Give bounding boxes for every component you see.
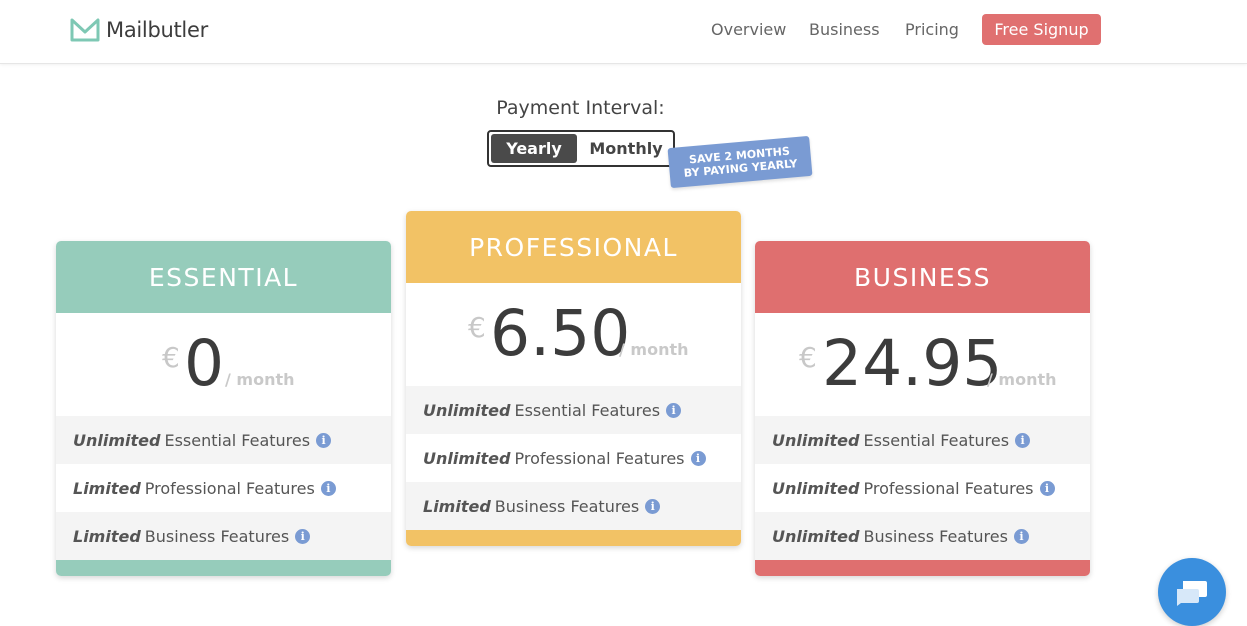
feature-lead: Unlimited xyxy=(772,478,860,498)
plan-card-professional: PROFESSIONAL € 6.50 / month Unlimited Es… xyxy=(406,211,741,546)
feature-row: Unlimited Business Features i xyxy=(755,512,1090,560)
info-icon[interactable]: i xyxy=(1039,480,1055,496)
plan-title-professional: PROFESSIONAL xyxy=(406,211,741,283)
free-signup-button[interactable]: Free Signup xyxy=(982,14,1101,45)
logo-text: Mailbutler xyxy=(106,18,208,42)
save-badge: SAVE 2 MONTHS BY PAYING YEARLY xyxy=(667,135,813,189)
feature-lead: Unlimited xyxy=(423,448,511,468)
feature-text: Essential Features xyxy=(863,430,1010,450)
yearly-toggle-option[interactable]: Yearly xyxy=(491,134,577,163)
nav-overview[interactable]: Overview xyxy=(711,20,786,39)
nav-business[interactable]: Business xyxy=(809,20,880,39)
plan-card-footer xyxy=(755,560,1090,576)
info-icon[interactable]: i xyxy=(690,450,706,466)
currency-symbol: € xyxy=(162,341,180,374)
info-icon[interactable]: i xyxy=(320,480,336,496)
price-amount: 0 xyxy=(184,327,225,400)
feature-row: Unlimited Essential Features i xyxy=(755,416,1090,464)
info-icon[interactable]: i xyxy=(645,498,661,514)
plan-price-essential: € 0 / month xyxy=(56,313,391,416)
price-period: / month xyxy=(987,370,1057,389)
feature-row: Unlimited Essential Features i xyxy=(406,386,741,434)
feature-text: Business Features xyxy=(144,526,290,546)
chat-launcher-button[interactable] xyxy=(1158,558,1226,626)
feature-text: Business Features xyxy=(863,526,1008,546)
price-amount: 24.95 xyxy=(822,327,1003,400)
monthly-toggle-option[interactable]: Monthly xyxy=(581,134,671,163)
feature-lead: Limited xyxy=(73,478,141,498)
plan-title-business: BUSINESS xyxy=(755,241,1090,313)
top-navigation-bar: Mailbutler Overview Business Pricing Fre… xyxy=(0,0,1247,64)
price-amount: 6.50 xyxy=(490,297,631,370)
plan-card-business: BUSINESS € 24.95 / month Unlimited Essen… xyxy=(755,241,1090,576)
payment-interval-label: Payment Interval: xyxy=(496,97,665,119)
chat-bubble-icon xyxy=(1177,581,1207,606)
info-icon[interactable]: i xyxy=(1015,432,1031,448)
feature-row: Unlimited Professional Features i xyxy=(406,434,741,482)
feature-lead: Limited xyxy=(73,526,141,546)
info-icon[interactable]: i xyxy=(295,528,311,544)
mailbutler-logo-icon xyxy=(70,18,100,42)
feature-lead: Unlimited xyxy=(423,400,511,420)
feature-text: Essential Features xyxy=(514,400,661,420)
plan-card-footer xyxy=(406,530,741,546)
price-period: / month xyxy=(225,370,295,389)
feature-row: Unlimited Essential Features i xyxy=(56,416,391,464)
plan-card-footer xyxy=(56,560,391,576)
feature-lead: Unlimited xyxy=(73,430,161,450)
price-period: / month xyxy=(619,340,689,359)
feature-row: Unlimited Professional Features i xyxy=(755,464,1090,512)
info-icon[interactable]: i xyxy=(316,432,332,448)
feature-text: Professional Features xyxy=(863,478,1034,498)
feature-lead: Unlimited xyxy=(772,430,860,450)
info-icon[interactable]: i xyxy=(666,402,682,418)
feature-lead: Unlimited xyxy=(772,526,860,546)
plan-title-essential: ESSENTIAL xyxy=(56,241,391,313)
feature-row: Limited Business Features i xyxy=(56,512,391,560)
currency-symbol: € xyxy=(799,341,817,374)
plan-price-professional: € 6.50 / month xyxy=(406,283,741,386)
feature-lead: Limited xyxy=(423,496,491,516)
info-icon[interactable]: i xyxy=(1013,528,1029,544)
plan-price-business: € 24.95 / month xyxy=(755,313,1090,416)
feature-text: Essential Features xyxy=(164,430,311,450)
feature-row: Limited Business Features i xyxy=(406,482,741,530)
feature-row: Limited Professional Features i xyxy=(56,464,391,512)
plan-card-essential: ESSENTIAL € 0 / month Unlimited Essentia… xyxy=(56,241,391,576)
feature-text: Professional Features xyxy=(144,478,315,498)
feature-text: Professional Features xyxy=(514,448,685,468)
feature-text: Business Features xyxy=(494,496,640,516)
mailbutler-logo[interactable]: Mailbutler xyxy=(70,16,208,44)
nav-pricing[interactable]: Pricing xyxy=(905,20,959,39)
payment-interval-toggle: Yearly Monthly xyxy=(487,130,675,167)
currency-symbol: € xyxy=(468,311,486,344)
